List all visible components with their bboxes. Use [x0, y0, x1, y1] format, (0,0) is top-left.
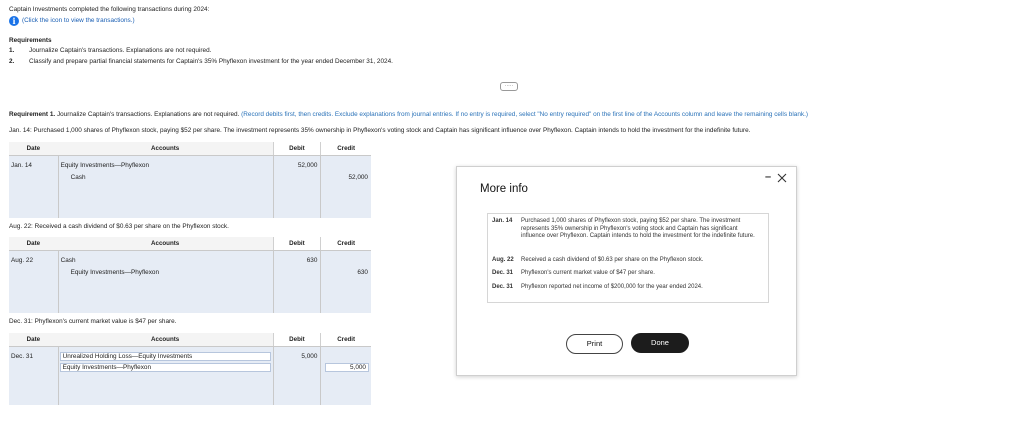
info-row: Jan. 14 Purchased 1,000 shares of Phyfle… [492, 218, 761, 241]
header-date: Date [26, 239, 41, 247]
info-text: Phyflexon's current market value of $47 … [521, 270, 655, 276]
account-credit-line[interactable]: Equity Investments—Phyflexon [59, 363, 271, 372]
info-text: Received a cash dividend of $0.63 per sh… [521, 257, 704, 263]
header-accounts: Accounts [151, 335, 180, 343]
header-debit: Debit [272, 142, 321, 155]
journal-table-aug22: Date Accounts Debit Credit Aug. 22 Cash … [9, 237, 371, 313]
requirement-1-hint: (Record debits first, then credits. Excl… [241, 111, 808, 118]
debit-amount[interactable]: 52,000 [298, 162, 318, 170]
credit-amount[interactable]: 630 [357, 269, 368, 277]
requirement-item-1: 1. Journalize Captain's transactions. Ex… [9, 47, 211, 55]
info-link-text[interactable]: (Click the icon to view the transactions… [22, 17, 135, 25]
requirement-1-instructions: Requirement 1. Journalize Captain's tran… [9, 111, 808, 119]
info-icon[interactable]: i [9, 16, 19, 26]
more-info-dialog: More info – Jan. 14 Purchased 1,000 shar… [456, 166, 797, 376]
credit-amount[interactable]: 52,000 [348, 174, 368, 182]
journal-body: Dec. 31 Unrealized Holding Loss—Equity I… [9, 347, 371, 405]
entry-date: Dec. 31 [11, 353, 34, 360]
info-row: Dec. 31 Phyflexon reported net income of… [492, 284, 761, 292]
info-text: Purchased 1,000 shares of Phyflexon stoc… [521, 218, 755, 239]
entry-date: Aug. 22 [11, 257, 34, 264]
header-accounts: Accounts [151, 144, 180, 152]
header-credit: Credit [320, 333, 371, 346]
requirements-title: Requirements [9, 37, 52, 44]
print-button[interactable]: Print [566, 334, 623, 354]
journal-table-jan14: Date Accounts Debit Credit Jan. 14 Equit… [9, 142, 371, 218]
journal-body: Jan. 14 Equity Investments—Phyflexon Cas… [9, 156, 371, 218]
requirement-number: 2. [9, 58, 15, 65]
intro-text: Captain Investments completed the follow… [9, 6, 210, 13]
header-date: Date [26, 144, 41, 152]
journal-header: Date Accounts Debit Credit [9, 142, 371, 156]
close-icon[interactable] [777, 173, 787, 183]
transaction-label-dec31: Dec. 31: Phyflexon's current market valu… [9, 318, 177, 325]
info-text: Phyflexon reported net income of $200,00… [521, 284, 703, 290]
info-row: Dec. 31 Phyflexon's current market value… [492, 270, 761, 278]
journal-body: Aug. 22 Cash Equity Investments—Phyflexo… [9, 251, 371, 313]
header-debit: Debit [272, 333, 321, 346]
requirement-number: 1. [9, 47, 15, 54]
info-row: Aug. 22 Received a cash dividend of $0.6… [492, 257, 761, 265]
header-accounts: Accounts [151, 239, 180, 247]
header-date: Date [26, 335, 41, 343]
minimize-icon[interactable]: – [765, 171, 771, 185]
journal-header: Date Accounts Debit Credit [9, 333, 371, 347]
info-date: Dec. 31 [492, 270, 514, 276]
requirement-1-title: Requirement 1. [9, 111, 56, 118]
collapse-divider-handle[interactable]: ····· [500, 82, 518, 91]
info-date: Aug. 22 [492, 257, 514, 263]
dialog-title: More info [480, 183, 528, 195]
requirement-text: Classify and prepare partial financial s… [29, 58, 393, 65]
transactions-info-link[interactable]: i (Click the icon to view the transactio… [9, 16, 135, 26]
account-debit-line[interactable]: Cash [61, 257, 76, 265]
header-debit: Debit [272, 237, 321, 250]
credit-amount[interactable]: 5,000 [324, 363, 369, 372]
account-credit-line[interactable]: Cash [71, 174, 86, 182]
account-debit-line[interactable]: Equity Investments—Phyflexon [61, 162, 149, 170]
account-debit-line[interactable]: Unrealized Holding Loss—Equity Investmen… [59, 352, 271, 361]
done-button[interactable]: Done [631, 333, 689, 353]
account-credit-line[interactable]: Equity Investments—Phyflexon [71, 269, 159, 277]
info-date: Dec. 31 [492, 284, 514, 290]
info-date: Jan. 14 [492, 218, 513, 224]
requirement-1-text: Journalize Captain's transactions. Expla… [56, 111, 240, 118]
header-credit: Credit [320, 237, 371, 250]
header-credit: Credit [320, 142, 371, 155]
transactions-info-box: Jan. 14 Purchased 1,000 shares of Phyfle… [487, 213, 769, 303]
requirement-item-2: 2. Classify and prepare partial financia… [9, 58, 393, 66]
journal-header: Date Accounts Debit Credit [9, 237, 371, 251]
transaction-label-jan14: Jan. 14: Purchased 1,000 shares of Phyfl… [9, 127, 751, 134]
entry-date: Jan. 14 [11, 162, 32, 169]
transaction-label-aug22: Aug. 22: Received a cash dividend of $0.… [9, 223, 229, 230]
journal-table-dec31: Date Accounts Debit Credit Dec. 31 Unrea… [9, 333, 371, 405]
debit-amount[interactable]: 630 [307, 257, 318, 265]
debit-amount[interactable]: 5,000 [301, 353, 317, 361]
requirement-text: Journalize Captain's transactions. Expla… [29, 47, 212, 54]
